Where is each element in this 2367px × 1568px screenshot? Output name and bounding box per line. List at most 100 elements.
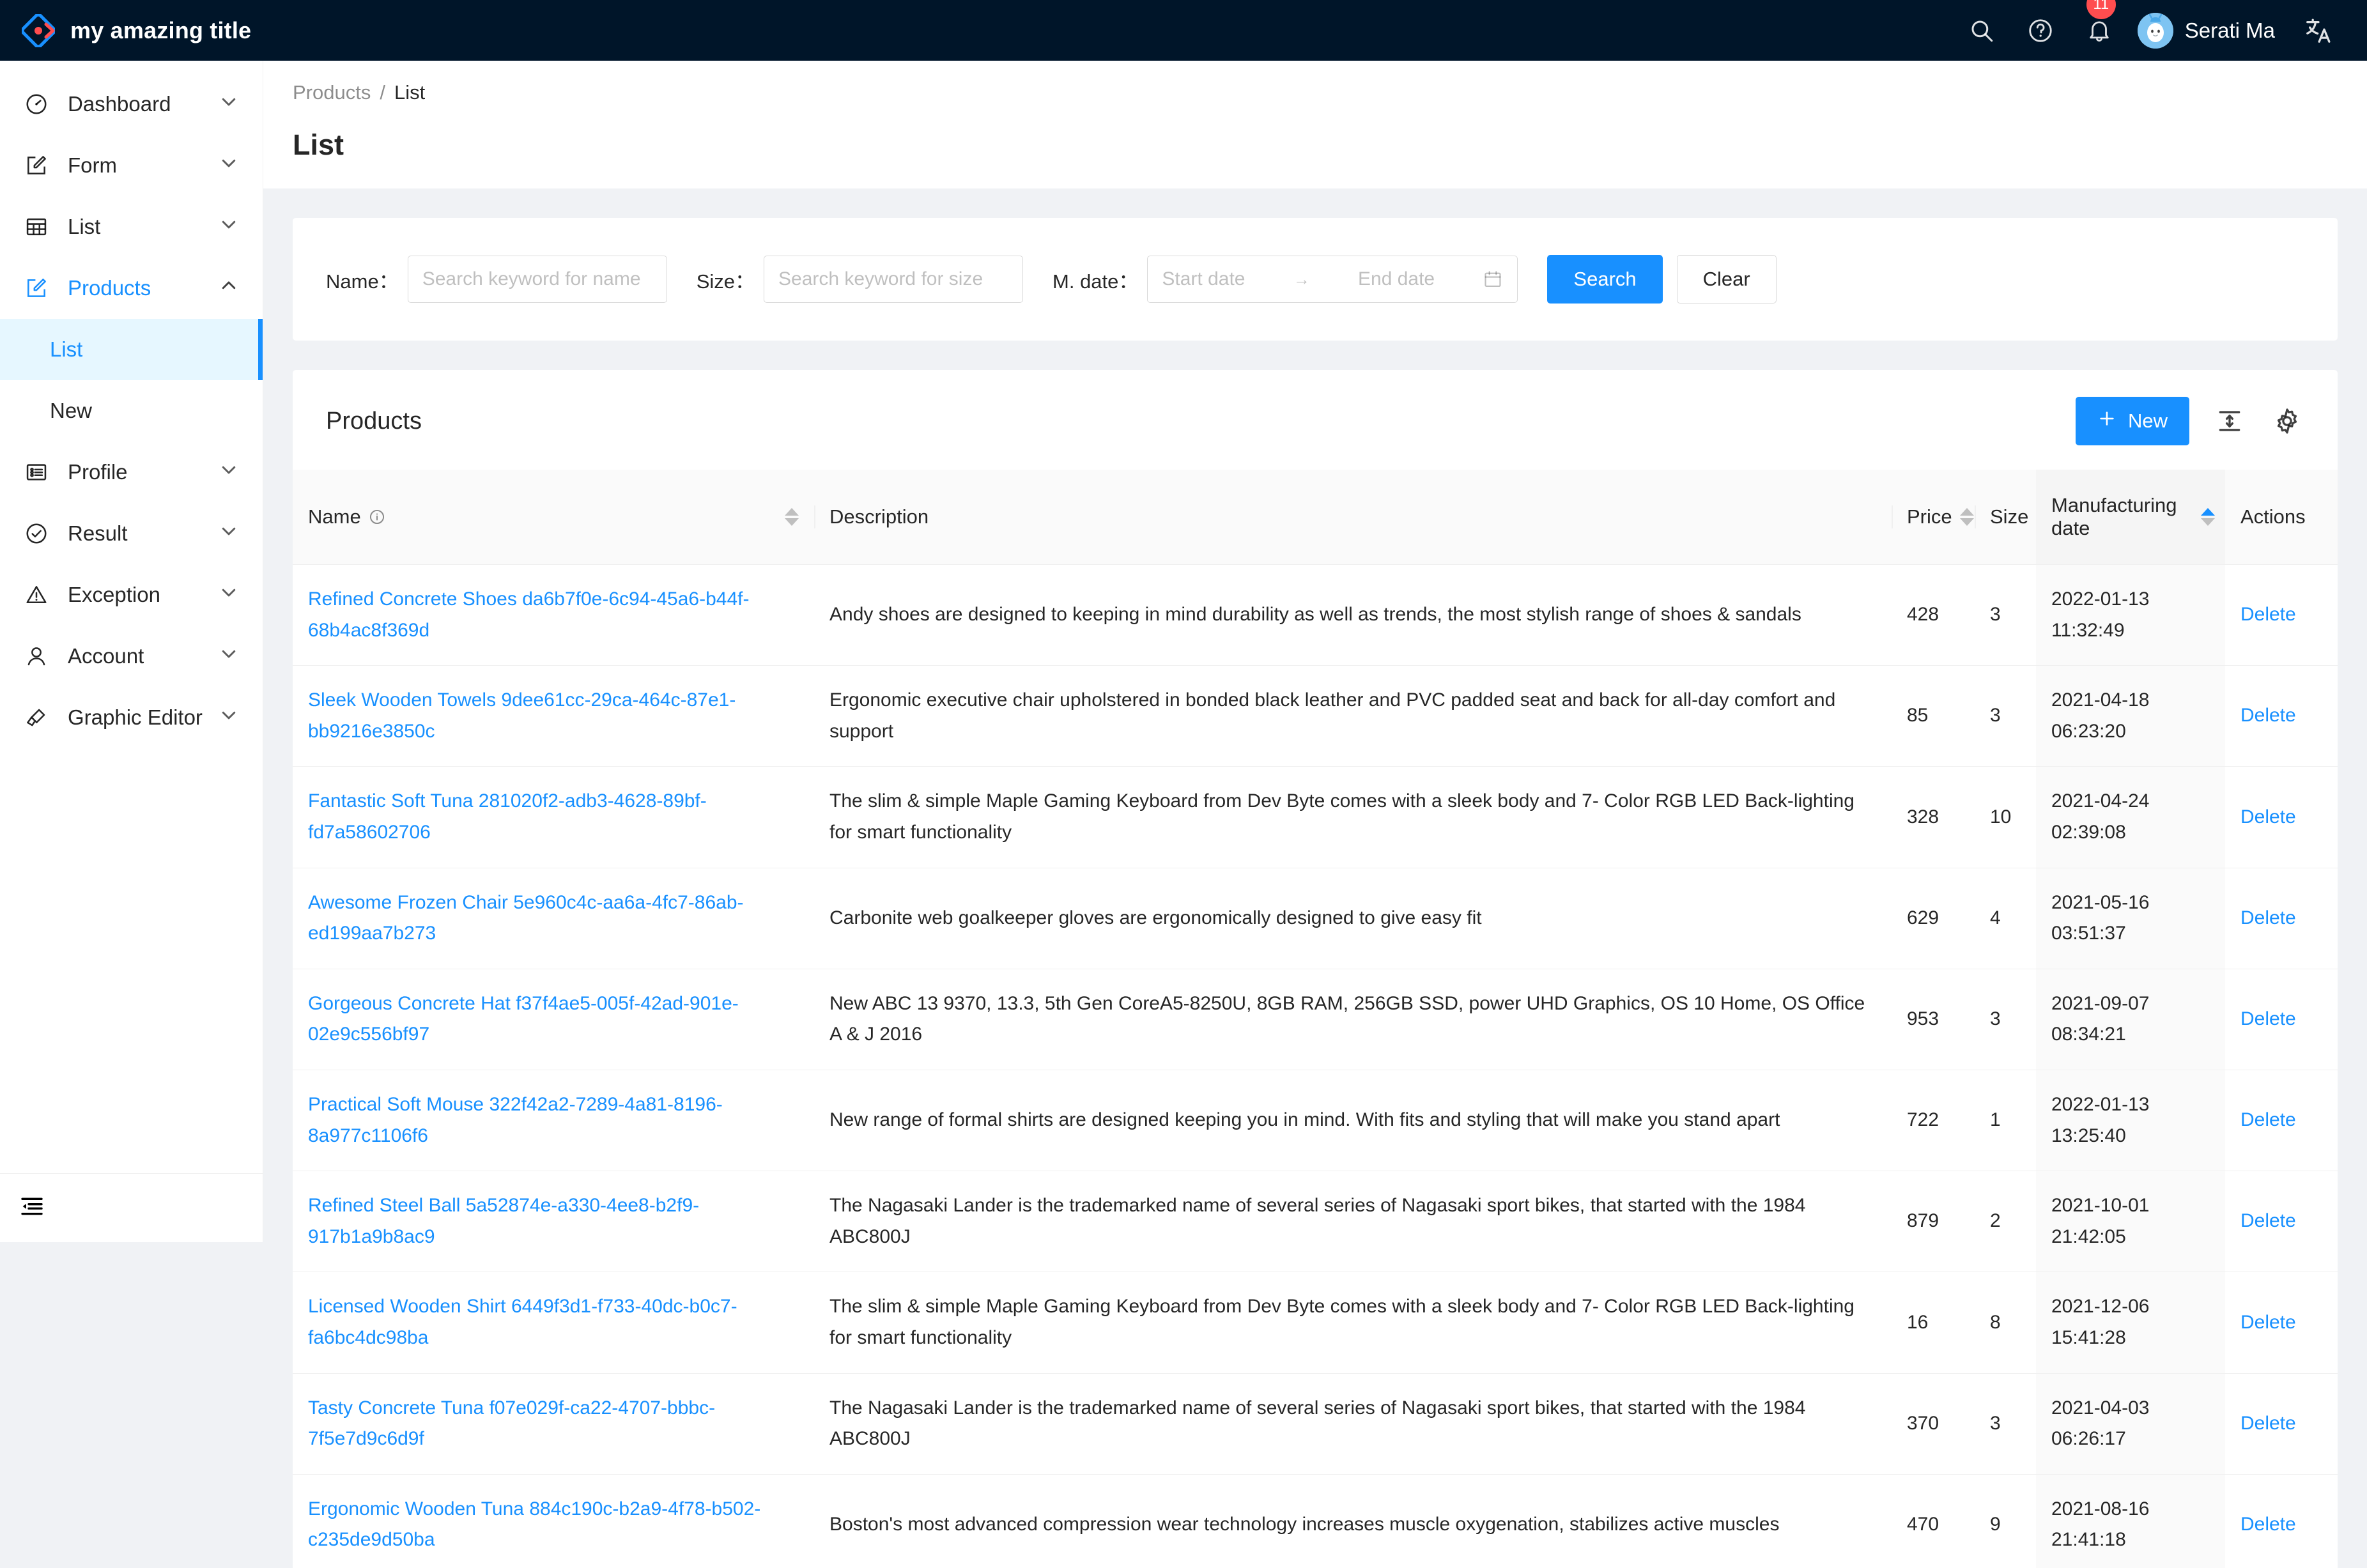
cell-name: Fantastic Soft Tuna 281020f2-adb3-4628-8… bbox=[293, 766, 814, 868]
cell-description: Ergonomic executive chair upholstered in… bbox=[814, 665, 1892, 767]
product-link[interactable]: Gorgeous Concrete Hat f37f4ae5-005f-42ad… bbox=[308, 993, 739, 1045]
cell-description: Boston's most advanced compression wear … bbox=[814, 1474, 1892, 1568]
form-edit-icon bbox=[24, 153, 54, 178]
chevron-down-icon[interactable] bbox=[219, 583, 238, 607]
cell-name: Ergonomic Wooden Tuna 884c190c-b2a9-4f78… bbox=[293, 1474, 814, 1568]
sidebar-item-graphic-editor[interactable]: Graphic Editor bbox=[0, 687, 263, 748]
page-title: List bbox=[293, 128, 344, 161]
column-header-name[interactable]: Name bbox=[293, 470, 814, 565]
sidebar-item-dashboard[interactable]: Dashboard bbox=[0, 73, 263, 135]
sort-toggle-name[interactable] bbox=[785, 508, 799, 526]
products-table: Name Description Price Size Manufacturin… bbox=[293, 470, 2338, 1568]
delete-link[interactable]: Delete bbox=[2240, 907, 2296, 928]
column-header-actions: Actions bbox=[2225, 470, 2338, 565]
sidebar-item-profile[interactable]: Profile bbox=[0, 442, 263, 503]
sidebar-subitem-new[interactable]: New bbox=[0, 380, 263, 442]
question-circle-icon[interactable] bbox=[2011, 0, 2070, 61]
cell-size: 3 bbox=[1975, 564, 2036, 666]
cell-description: The slim & simple Maple Gaming Keyboard … bbox=[814, 1272, 1892, 1374]
size-placeholder: Search keyword for size bbox=[778, 268, 983, 289]
table-head: Name Description Price Size Manufacturin… bbox=[293, 470, 2338, 565]
product-link[interactable]: Refined Steel Ball 5a52874e-a330-4ee8-b2… bbox=[308, 1195, 699, 1247]
cell-price: 879 bbox=[1892, 1171, 1975, 1273]
product-link[interactable]: Sleek Wooden Towels 9dee61cc-29ca-464c-8… bbox=[308, 689, 736, 742]
sidebar-subitem-label: New bbox=[50, 399, 93, 422]
chevron-down-icon[interactable] bbox=[219, 460, 238, 484]
sidebar-item-list[interactable]: List bbox=[0, 196, 263, 257]
delete-link[interactable]: Delete bbox=[2240, 1008, 2296, 1029]
user-menu[interactable]: Serati Ma bbox=[2129, 0, 2289, 61]
new-button[interactable]: New bbox=[2075, 397, 2189, 445]
sidebar-subitem-list[interactable]: List bbox=[0, 319, 263, 380]
search-input-size[interactable]: Search keyword for size bbox=[764, 256, 1024, 303]
translate-icon[interactable] bbox=[2289, 0, 2348, 61]
cell-name: Gorgeous Concrete Hat f37f4ae5-005f-42ad… bbox=[293, 969, 814, 1070]
sidebar-item-products[interactable]: Products bbox=[0, 257, 263, 319]
calendar-icon bbox=[1483, 269, 1503, 289]
cell-price: 85 bbox=[1892, 665, 1975, 767]
date-range-picker[interactable]: Start date → End date bbox=[1147, 256, 1518, 303]
name-filter-label: Name： bbox=[326, 270, 399, 293]
cell-size: 10 bbox=[1975, 766, 2036, 868]
sidebar-item-result[interactable]: Result bbox=[0, 503, 263, 564]
product-link[interactable]: Awesome Frozen Chair 5e960c4c-aa6a-4fc7-… bbox=[308, 892, 744, 944]
breadcrumb-item-products[interactable]: Products bbox=[293, 81, 371, 104]
sidebar-item-form[interactable]: Form bbox=[0, 135, 263, 196]
cell-manufacturing-date: 2022-01-13 13:25:40 bbox=[2036, 1070, 2225, 1172]
gear-icon[interactable] bbox=[2270, 404, 2304, 438]
size-filter-label: Size： bbox=[696, 270, 755, 293]
search-icon[interactable] bbox=[1952, 0, 2011, 61]
delete-link[interactable]: Delete bbox=[2240, 1312, 2296, 1333]
product-link[interactable]: Refined Concrete Shoes da6b7f0e-6c94-45a… bbox=[308, 588, 749, 641]
delete-link[interactable]: Delete bbox=[2240, 604, 2296, 625]
product-link[interactable]: Tasty Concrete Tuna f07e029f-ca22-4707-b… bbox=[308, 1397, 715, 1450]
search-button[interactable]: Search bbox=[1547, 255, 1663, 304]
chevron-down-icon[interactable] bbox=[219, 153, 238, 178]
product-link[interactable]: Licensed Wooden Shirt 6449f3d1-f733-40dc… bbox=[308, 1296, 737, 1348]
chevron-down-icon[interactable] bbox=[219, 644, 238, 668]
cell-description: Carbonite web goalkeeper gloves are ergo… bbox=[814, 868, 1892, 969]
table-row: Refined Concrete Shoes da6b7f0e-6c94-45a… bbox=[293, 564, 2338, 666]
table-toolbar-actions: New bbox=[2075, 397, 2304, 445]
column-header-price[interactable]: Price bbox=[1892, 470, 1975, 565]
cell-size: 2 bbox=[1975, 1171, 2036, 1273]
sort-toggle-manufacturing-date[interactable] bbox=[2201, 508, 2215, 526]
filter-form: Name： Search keyword for name Size： Sear… bbox=[293, 218, 2338, 341]
chevron-down-icon[interactable] bbox=[219, 521, 238, 546]
warning-triangle-icon bbox=[24, 583, 54, 607]
cell-size: 9 bbox=[1975, 1474, 2036, 1568]
clear-button[interactable]: Clear bbox=[1676, 255, 1777, 304]
info-circle-icon[interactable] bbox=[369, 509, 385, 525]
delete-link[interactable]: Delete bbox=[2240, 806, 2296, 827]
sort-toggle-price[interactable] bbox=[1959, 508, 1974, 526]
sidebar-item-account[interactable]: Account bbox=[0, 626, 263, 687]
sidebar-item-exception[interactable]: Exception bbox=[0, 564, 263, 626]
brand[interactable]: my amazing title bbox=[0, 13, 263, 48]
product-link[interactable]: Ergonomic Wooden Tuna 884c190c-b2a9-4f78… bbox=[308, 1498, 760, 1551]
form-edit-icon bbox=[24, 276, 54, 300]
bell-icon[interactable]: 11 bbox=[2070, 0, 2129, 61]
chevron-up-icon[interactable] bbox=[219, 276, 238, 300]
table-row: Gorgeous Concrete Hat f37f4ae5-005f-42ad… bbox=[293, 969, 2338, 1070]
delete-link[interactable]: Delete bbox=[2240, 1413, 2296, 1434]
delete-link[interactable]: Delete bbox=[2240, 1210, 2296, 1231]
column-header-label: Description bbox=[829, 505, 929, 528]
cell-price: 328 bbox=[1892, 766, 1975, 868]
search-input-name[interactable]: Search keyword for name bbox=[407, 256, 667, 303]
sidebar-subitem-label: List bbox=[50, 337, 83, 361]
table-body: Refined Concrete Shoes da6b7f0e-6c94-45a… bbox=[293, 564, 2338, 1568]
sidebar-item-label: Form bbox=[68, 153, 117, 177]
sidebar-collapse-button[interactable] bbox=[0, 1173, 263, 1242]
delete-link[interactable]: Delete bbox=[2240, 705, 2296, 726]
table-row: Fantastic Soft Tuna 281020f2-adb3-4628-8… bbox=[293, 766, 2338, 868]
column-height-icon[interactable] bbox=[2212, 404, 2247, 438]
delete-link[interactable]: Delete bbox=[2240, 1109, 2296, 1130]
chevron-down-icon[interactable] bbox=[219, 92, 238, 116]
chevron-down-icon[interactable] bbox=[219, 705, 238, 730]
product-link[interactable]: Practical Soft Mouse 322f42a2-7289-4a81-… bbox=[308, 1094, 723, 1146]
column-header-manufacturing-date[interactable]: Manufacturing date bbox=[2036, 470, 2225, 565]
cell-description: Andy shoes are designed to keeping in mi… bbox=[814, 564, 1892, 666]
product-link[interactable]: Fantastic Soft Tuna 281020f2-adb3-4628-8… bbox=[308, 790, 707, 843]
chevron-down-icon[interactable] bbox=[219, 215, 238, 239]
delete-link[interactable]: Delete bbox=[2240, 1514, 2296, 1535]
